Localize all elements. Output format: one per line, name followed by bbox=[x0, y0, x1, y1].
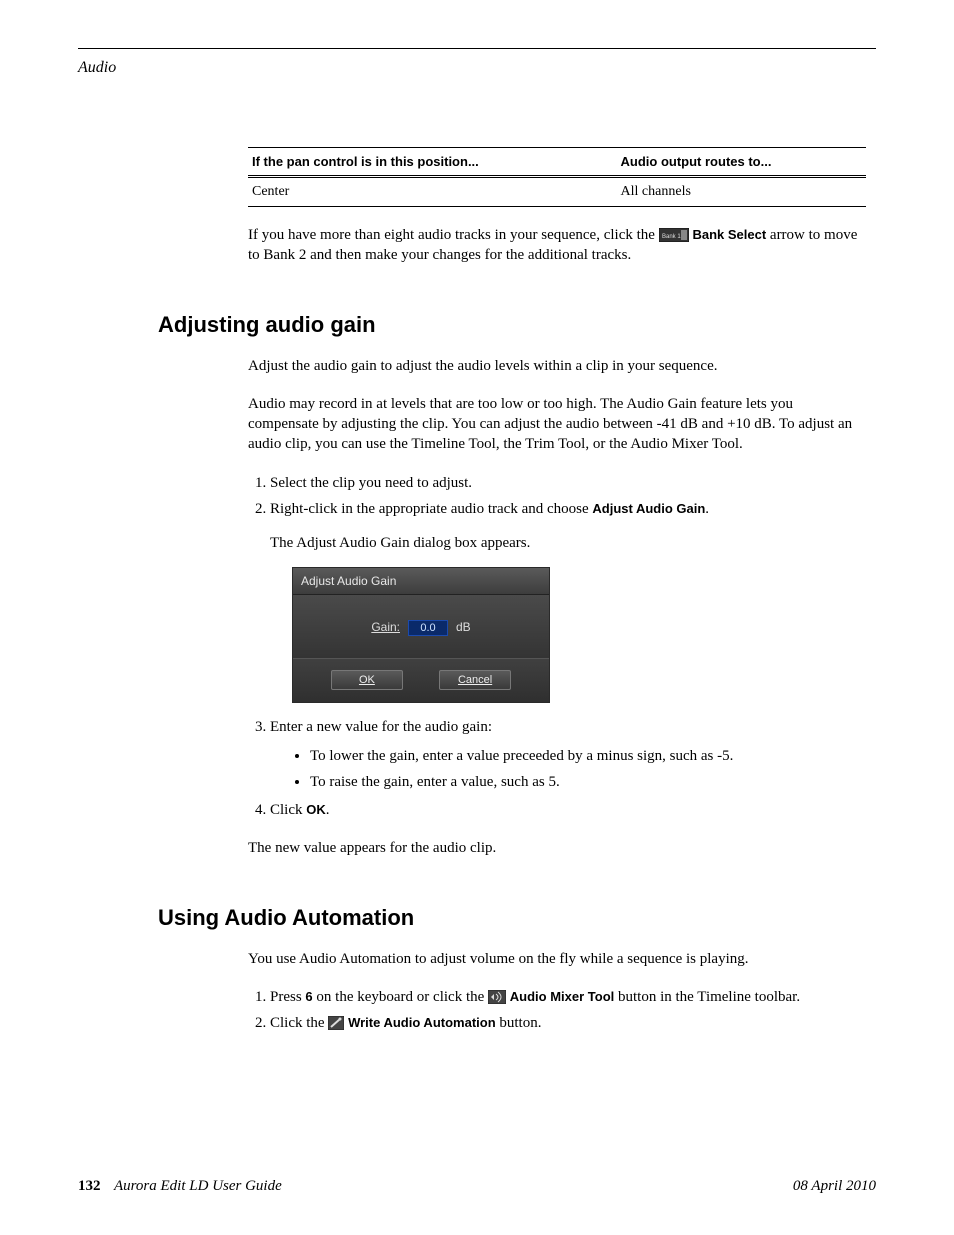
text: Press bbox=[270, 989, 305, 1005]
gain-intro-2: Audio may record in at levels that are t… bbox=[248, 394, 866, 455]
bank-select-label: Bank Select bbox=[692, 227, 766, 242]
footer-date: 08 April 2010 bbox=[793, 1178, 876, 1195]
ok-button[interactable]: OK bbox=[331, 670, 403, 691]
auto-step-1: Press 6 on the keyboard or click the Aud… bbox=[270, 987, 866, 1007]
heading-adjusting-audio-gain: Adjusting audio gain bbox=[158, 312, 876, 338]
gain-intro-1: Adjust the audio gain to adjust the audi… bbox=[248, 356, 866, 376]
page-footer: 132 Aurora Edit LD User Guide 08 April 2… bbox=[78, 1178, 876, 1195]
dialog-body: Gain: dB bbox=[293, 595, 549, 657]
text: . bbox=[705, 501, 709, 517]
cancel-button[interactable]: Cancel bbox=[439, 670, 511, 691]
text: on the keyboard or click the bbox=[313, 989, 488, 1005]
book-title: Aurora Edit LD User Guide bbox=[114, 1178, 282, 1194]
adjust-audio-gain-command: Adjust Audio Gain bbox=[592, 501, 705, 516]
text: Enter a new value for the audio gain: bbox=[270, 719, 492, 735]
audio-mixer-tool-icon bbox=[488, 990, 506, 1004]
automation-intro: You use Audio Automation to adjust volum… bbox=[248, 949, 866, 969]
auto-step-2: Click the Write Audio Automation button. bbox=[270, 1013, 866, 1033]
running-head: Audio bbox=[78, 59, 876, 77]
write-audio-automation-icon bbox=[328, 1016, 344, 1030]
step-2: Right-click in the appropriate audio tra… bbox=[270, 499, 866, 704]
text: button in the Timeline toolbar. bbox=[614, 989, 800, 1005]
bullet-lower-gain: To lower the gain, enter a value preceed… bbox=[310, 746, 866, 766]
heading-using-audio-automation: Using Audio Automation bbox=[158, 905, 876, 931]
automation-steps: Press 6 on the keyboard or click the Aud… bbox=[248, 987, 866, 1034]
step-3-bullets: To lower the gain, enter a value preceed… bbox=[270, 746, 866, 793]
pan-routing-table: If the pan control is in this position..… bbox=[248, 147, 866, 207]
gain-steps: Select the clip you need to adjust. Righ… bbox=[248, 473, 866, 821]
dialog-footer: OK Cancel bbox=[293, 658, 549, 703]
page-number: 132 bbox=[78, 1178, 101, 1194]
gain-input[interactable] bbox=[408, 620, 448, 636]
bank-select-paragraph: If you have more than eight audio tracks… bbox=[248, 225, 866, 266]
text: If you have more than eight audio tracks… bbox=[248, 227, 659, 243]
step-2-result: The Adjust Audio Gain dialog box appears… bbox=[270, 533, 866, 553]
bullet-raise-gain: To raise the gain, enter a value, such a… bbox=[310, 772, 866, 792]
step-3: Enter a new value for the audio gain: To… bbox=[270, 717, 866, 792]
adjust-audio-gain-dialog: Adjust Audio Gain Gain: dB OK Cancel bbox=[292, 567, 550, 703]
svg-text:Bank 1: Bank 1 bbox=[662, 234, 681, 240]
text: Right-click in the appropriate audio tra… bbox=[270, 501, 592, 517]
gain-closing: The new value appears for the audio clip… bbox=[248, 838, 866, 858]
gain-label: Gain: bbox=[371, 619, 400, 635]
table-cell-position: Center bbox=[248, 177, 617, 207]
ok-label: OK bbox=[306, 802, 326, 817]
step-1: Select the clip you need to adjust. bbox=[270, 473, 866, 493]
key-6: 6 bbox=[305, 989, 312, 1004]
table-header-position: If the pan control is in this position..… bbox=[248, 148, 617, 177]
table-row: Center All channels bbox=[248, 177, 866, 207]
dialog-title: Adjust Audio Gain bbox=[293, 568, 549, 595]
text: button. bbox=[496, 1015, 542, 1031]
bank-select-icon: Bank 1 bbox=[659, 228, 689, 242]
write-audio-automation-label: Write Audio Automation bbox=[348, 1015, 496, 1030]
text: . bbox=[326, 802, 330, 818]
text: Click bbox=[270, 802, 306, 818]
table-cell-routes: All channels bbox=[617, 177, 866, 207]
gain-unit: dB bbox=[456, 619, 471, 635]
step-4: Click OK. bbox=[270, 800, 866, 820]
audio-mixer-tool-label: Audio Mixer Tool bbox=[510, 989, 614, 1004]
text: Click the bbox=[270, 1015, 328, 1031]
table-header-routes: Audio output routes to... bbox=[617, 148, 866, 177]
